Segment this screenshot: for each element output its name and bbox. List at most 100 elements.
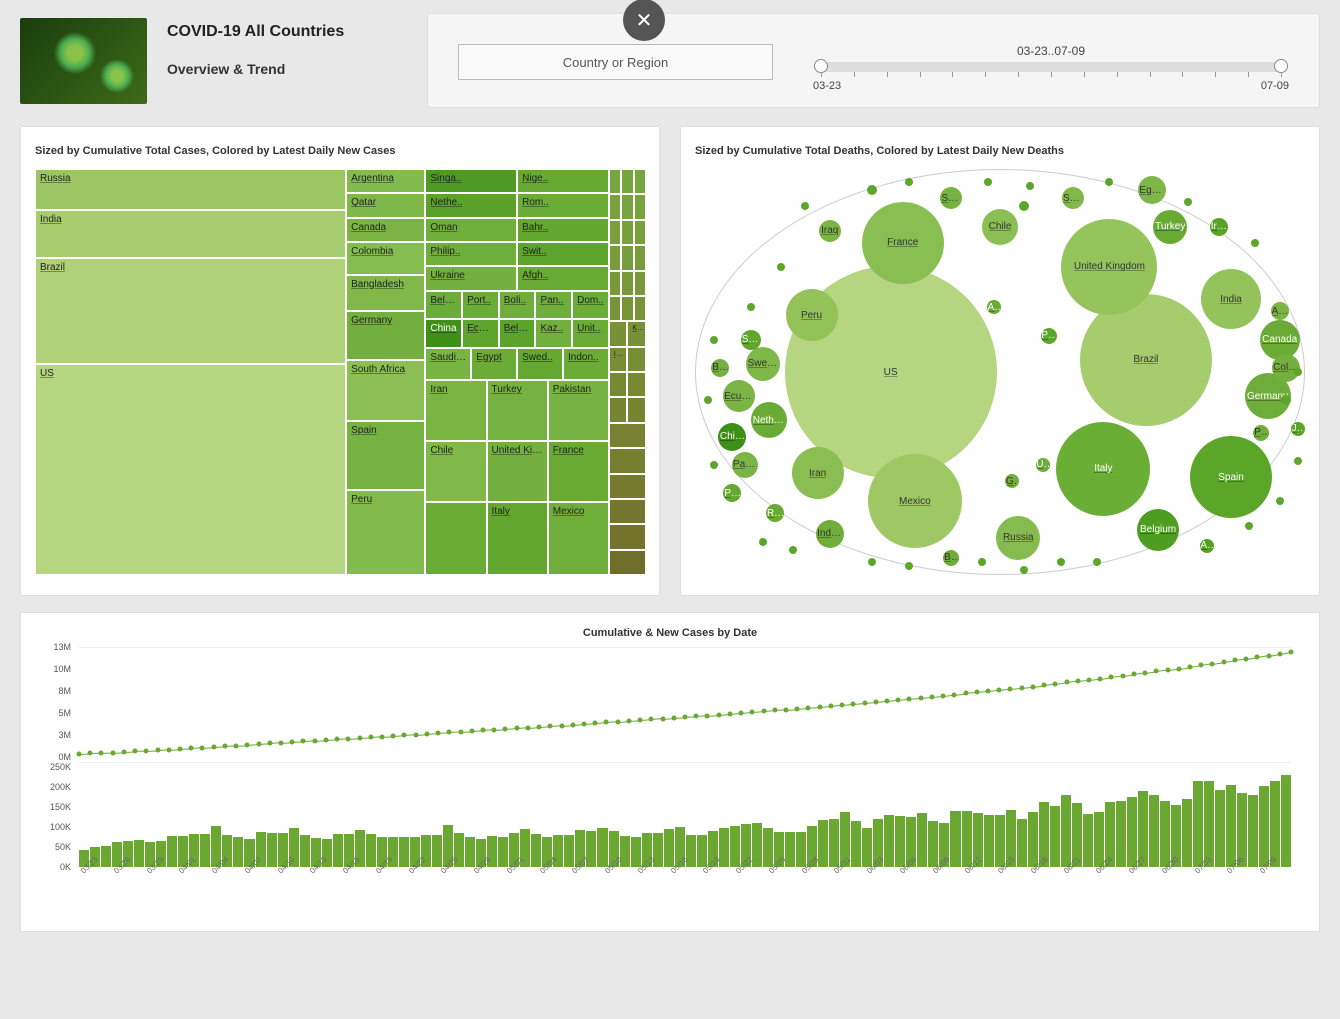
- treemap-cell[interactable]: Germany: [346, 311, 425, 360]
- treemap-cell[interactable]: [609, 169, 621, 194]
- treemap-cell[interactable]: [609, 372, 628, 397]
- treemap-cell[interactable]: Peru: [346, 490, 425, 575]
- bubble-small[interactable]: [1057, 558, 1065, 566]
- treemap-cell[interactable]: Qatar: [346, 193, 425, 217]
- bubble[interactable]: Phi..: [1253, 425, 1269, 441]
- treemap-cell[interactable]: Unit..: [572, 319, 609, 347]
- bubble[interactable]: Ro..: [766, 504, 784, 522]
- bar[interactable]: [1193, 781, 1203, 867]
- treemap-cell[interactable]: Ecua..: [462, 319, 499, 347]
- treemap-cell[interactable]: [609, 397, 628, 422]
- treemap-cell[interactable]: [634, 194, 646, 219]
- bar[interactable]: [1226, 785, 1236, 867]
- treemap-cell[interactable]: [627, 372, 646, 397]
- bubble-small[interactable]: [1276, 497, 1284, 505]
- bubble-small[interactable]: [1245, 522, 1253, 530]
- bubble[interactable]: Ban..: [943, 550, 959, 566]
- bubble[interactable]: Irel..: [1210, 218, 1228, 236]
- bubble[interactable]: Iran: [792, 447, 844, 499]
- bubble[interactable]: United Kingdom: [1061, 219, 1157, 315]
- treemap-cell[interactable]: [609, 245, 621, 270]
- treemap-cell[interactable]: Russia: [35, 169, 346, 210]
- treemap-cell[interactable]: Boli..: [499, 291, 536, 319]
- treemap-cell[interactable]: [609, 524, 646, 549]
- slider-handle-end[interactable]: [1274, 59, 1288, 73]
- bubble[interactable]: Indon..: [816, 520, 844, 548]
- treemap-cell[interactable]: Kaz..: [535, 319, 572, 347]
- bubble-small[interactable]: [1294, 368, 1302, 376]
- treemap-cell[interactable]: [634, 245, 646, 270]
- treemap-cell[interactable]: [634, 220, 646, 245]
- treemap-cell[interactable]: [609, 296, 621, 321]
- bubble[interactable]: Chile: [982, 209, 1018, 245]
- treemap-cell[interactable]: Bangladesh: [346, 275, 425, 312]
- treemap-cell[interactable]: Bahr..: [517, 218, 609, 242]
- bubble-small[interactable]: [1105, 178, 1113, 186]
- bubble-small[interactable]: [984, 178, 992, 186]
- bubble-small[interactable]: [905, 178, 913, 186]
- treemap-cell[interactable]: [621, 194, 633, 219]
- slider-handle-start[interactable]: [814, 59, 828, 73]
- treemap-cell[interactable]: France: [548, 441, 609, 502]
- bubble-small[interactable]: [1251, 239, 1259, 247]
- treemap-cell[interactable]: Kuw..: [627, 321, 646, 346]
- treemap-cell[interactable]: US: [35, 364, 346, 575]
- date-slider[interactable]: 03-23..07-09 03-23 07-09: [813, 44, 1289, 92]
- bubble[interactable]: Italy: [1056, 422, 1150, 516]
- treemap-cell[interactable]: Italy: [487, 502, 548, 575]
- bubble-small[interactable]: [747, 303, 755, 311]
- timeseries-chart[interactable]: 0M3M5M8M10M13M0K50K100K150K200K250K03/23…: [79, 647, 1291, 897]
- bubble-small[interactable]: [1020, 566, 1028, 574]
- treemap-cell[interactable]: Iraq: [609, 347, 628, 372]
- bubble[interactable]: Boli..: [711, 359, 729, 377]
- bubble-small[interactable]: [1026, 182, 1034, 190]
- bubble[interactable]: Iraq: [819, 220, 841, 242]
- treemap-cell[interactable]: [609, 321, 628, 346]
- bubble[interactable]: Gu..: [1005, 474, 1019, 488]
- bubble-small[interactable]: [759, 538, 767, 546]
- treemap-cell[interactable]: [609, 423, 646, 448]
- line-point[interactable]: [1289, 649, 1294, 654]
- bubble-small[interactable]: [777, 263, 785, 271]
- bubble[interactable]: Ukr..: [1036, 458, 1050, 472]
- treemap-cell[interactable]: Ukraine: [425, 266, 517, 290]
- treemap-cell[interactable]: [425, 502, 486, 575]
- bubble-small[interactable]: [1019, 201, 1029, 211]
- bubble[interactable]: Arg..: [1271, 302, 1289, 320]
- bubble[interactable]: Swit..: [741, 330, 761, 350]
- bubble-small[interactable]: [801, 202, 809, 210]
- treemap-cell[interactable]: Nige..: [517, 169, 609, 193]
- treemap-cell[interactable]: Belgi..: [499, 319, 536, 347]
- treemap-cell[interactable]: [627, 347, 646, 372]
- bubble[interactable]: Mexico: [868, 454, 962, 548]
- treemap-cell[interactable]: [609, 194, 621, 219]
- treemap-cell[interactable]: Canada: [346, 218, 425, 242]
- bubble-small[interactable]: [905, 562, 913, 570]
- treemap-cell[interactable]: [621, 271, 633, 296]
- treemap-cell[interactable]: [634, 296, 646, 321]
- bubble-small[interactable]: [710, 461, 718, 469]
- region-dropdown[interactable]: Country or Region: [458, 44, 773, 80]
- treemap-cell[interactable]: Egypt: [471, 348, 517, 380]
- bubble[interactable]: Af..: [1200, 539, 1214, 553]
- treemap-cell[interactable]: Port..: [462, 291, 499, 319]
- bubble[interactable]: Pol..: [723, 484, 741, 502]
- treemap-cell[interactable]: Afgh..: [517, 266, 609, 290]
- treemap-cell[interactable]: Saudi Arabia: [425, 348, 471, 380]
- bubble-small[interactable]: [867, 185, 877, 195]
- treemap-cell[interactable]: Indon..: [563, 348, 609, 380]
- treemap-cell[interactable]: [609, 474, 646, 499]
- treemap-cell[interactable]: [609, 550, 646, 575]
- treemap-cell[interactable]: Swit..: [517, 242, 609, 266]
- treemap-cell[interactable]: Rom..: [517, 193, 609, 217]
- bubble-small[interactable]: [710, 336, 718, 344]
- treemap-cell[interactable]: [634, 271, 646, 296]
- treemap-cell[interactable]: Belar..: [425, 291, 462, 319]
- treemap-cell[interactable]: Pan..: [535, 291, 572, 319]
- bubble[interactable]: Ecuador: [723, 380, 755, 412]
- bubble-small[interactable]: [1281, 395, 1291, 405]
- bubble[interactable]: Belgium: [1137, 509, 1179, 551]
- treemap-cell[interactable]: [621, 220, 633, 245]
- treemap-cell[interactable]: Turkey: [487, 380, 548, 441]
- bubble-small[interactable]: [1294, 457, 1302, 465]
